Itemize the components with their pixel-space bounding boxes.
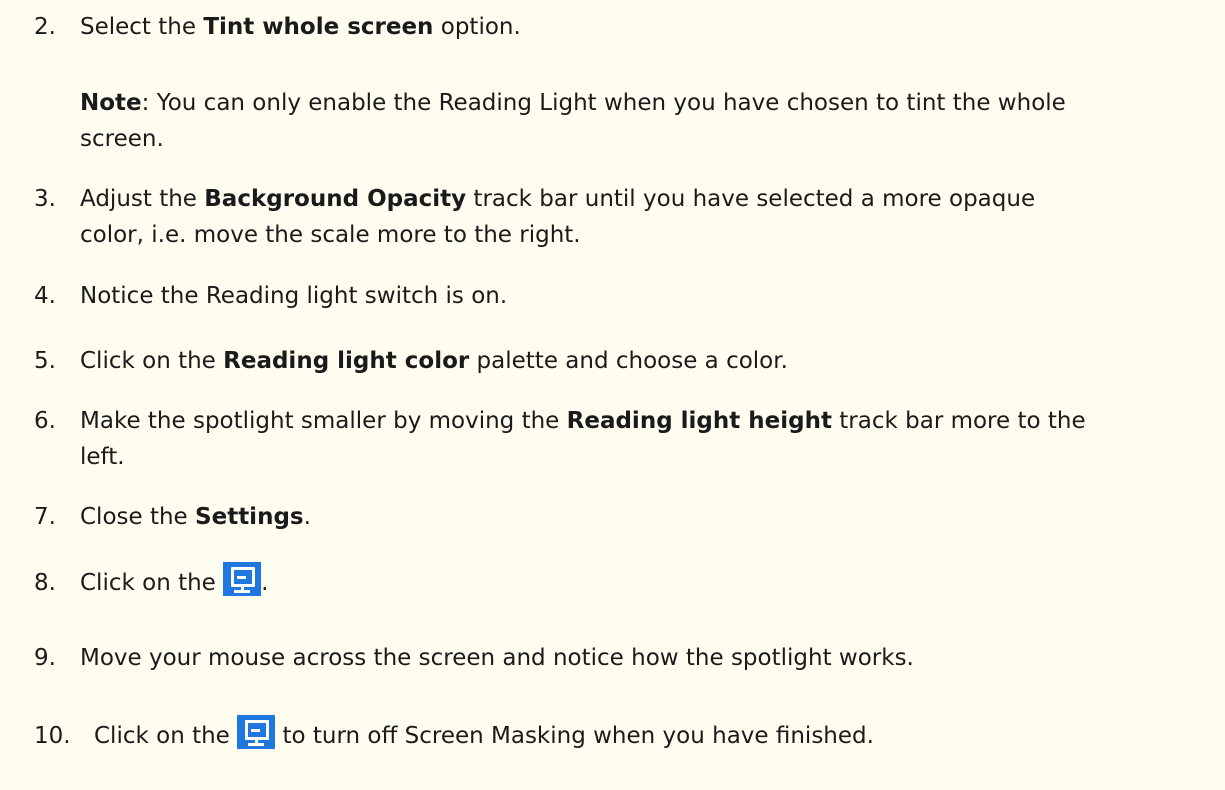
note: Note: You can only enable the Reading Li… [80,85,1066,121]
step-number: 8. [34,570,56,596]
note-text: : You can only enable the Reading Light … [141,90,1066,116]
step-text: Select the [80,14,204,40]
step-number: 5. [34,348,56,374]
step-number: 9. [34,645,56,671]
step-9: 9. Move your mouse across the screen and … [34,640,1214,676]
screen-masking-icon [223,562,262,596]
step-6-continued: left. [80,444,125,470]
step-number: 4. [34,283,56,309]
step-text: Click on the [80,570,224,596]
step-text: . [303,504,311,530]
step-text: Close the [80,504,196,530]
step-3: 3. Adjust the Background Opacity track ba… [34,181,1214,217]
ui-term-reading-light-height: Reading light height [566,408,832,434]
step-text: track bar more to the [831,408,1086,434]
step-text: option. [433,14,521,40]
step-4: 4. Notice the Reading light switch is on. [34,278,1214,314]
step-text: Click on the [94,723,238,749]
ui-term-settings: Settings [195,504,304,530]
step-5: 5. Click on the Reading light color palet… [34,343,1214,379]
note-label: Note [80,90,142,116]
step-text: Notice the Reading light switch is on. [80,283,508,309]
step-text: Move your mouse across the screen and no… [80,645,914,671]
ui-term-background-opacity: Background Opacity [204,186,467,212]
ui-term-reading-light-color: Reading light color [223,348,470,374]
step-number: 10. [34,723,71,749]
step-text: Click on the [80,348,224,374]
note-continued: screen. [80,126,164,152]
step-number: 2. [34,14,56,40]
step-text: to turn off Screen Masking when you have… [275,723,874,749]
step-number: 6. [34,408,56,434]
screen-masking-icon [237,715,276,749]
step-number: 3. [34,186,56,212]
step-text: . [261,570,269,596]
step-6: 6. Make the spotlight smaller by moving t… [34,403,1214,439]
step-2: 2. Select the Tint whole screen option. [34,9,1214,45]
step-3-continued: color, i.e. move the scale more to the r… [80,222,581,248]
step-text: palette and choose a color. [469,348,788,374]
step-number: 7. [34,504,56,530]
document-body: 2. Select the Tint whole screen option. N… [0,0,1225,790]
step-8: 8. Click on the . [34,562,1214,601]
step-7: 7. Close the Settings. [34,499,1214,535]
ui-term-tint-whole-screen: Tint whole screen [203,14,434,40]
step-text: Adjust the [80,186,205,212]
step-text: Make the spotlight smaller by moving the [80,408,567,434]
step-10: 10. Click on the to turn off Screen Maski… [34,715,1214,754]
step-text: track bar until you have selected a more… [466,186,1036,212]
